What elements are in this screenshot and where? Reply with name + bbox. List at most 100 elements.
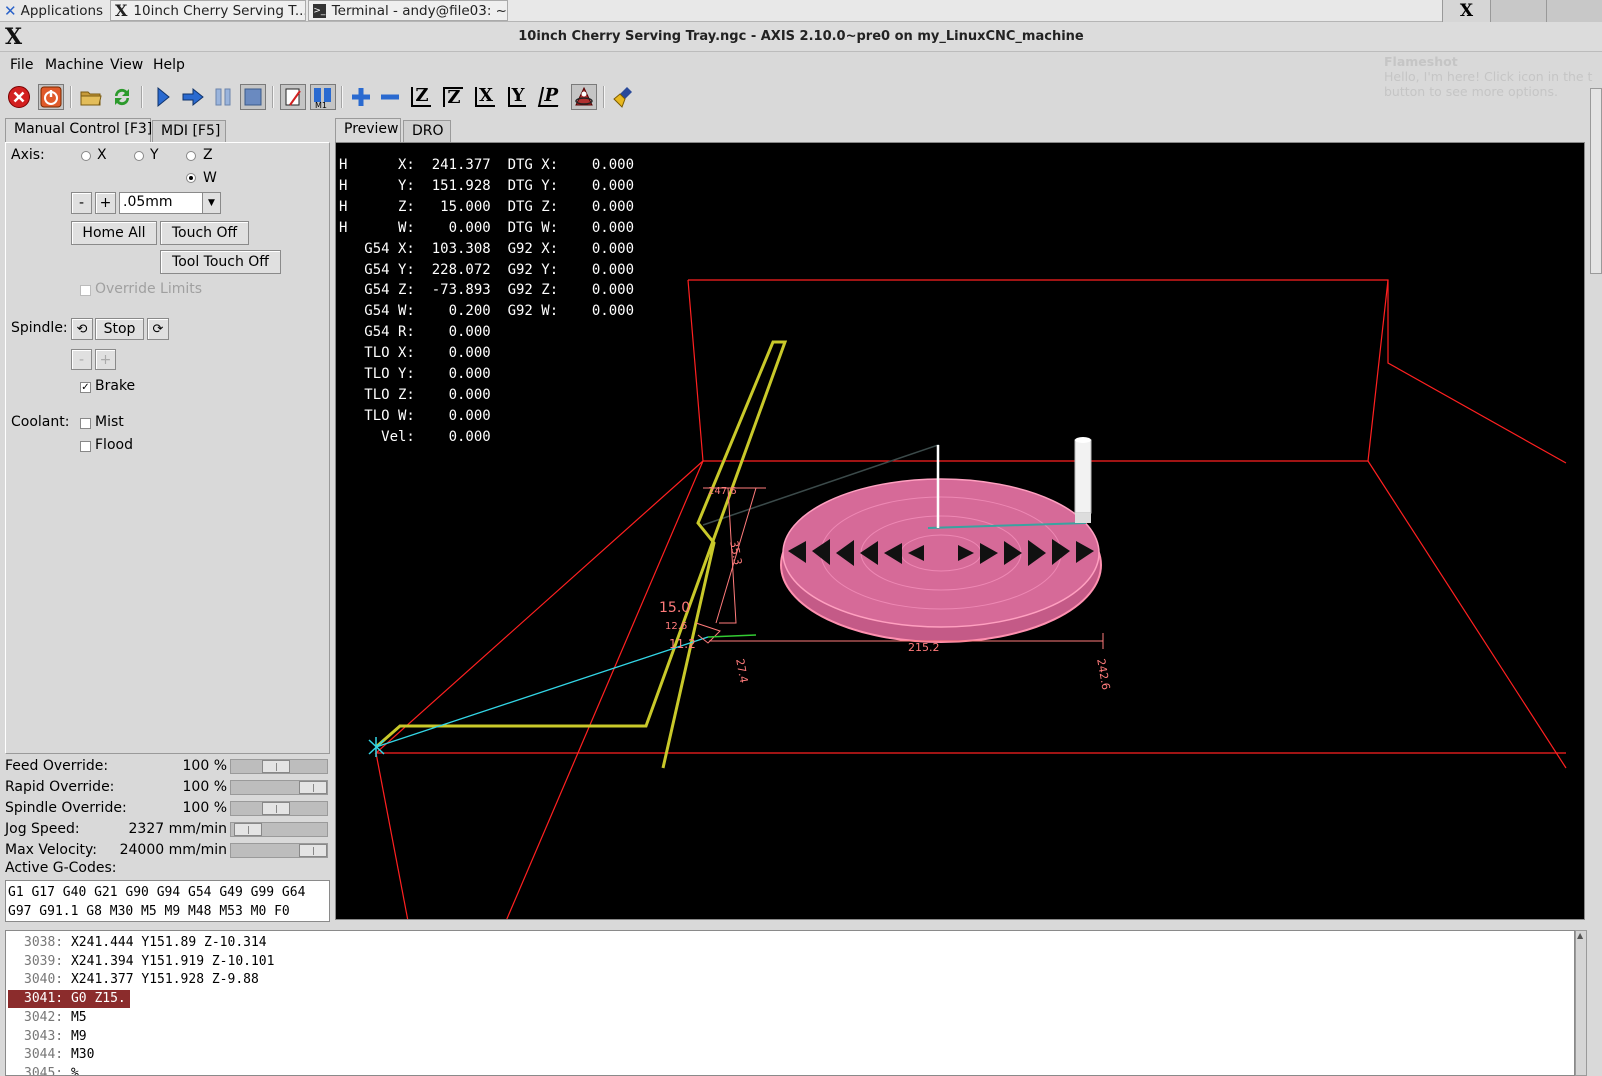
right-scrollbar[interactable] [1590, 88, 1602, 274]
tab-mdi[interactable]: MDI [F5] [152, 120, 226, 142]
spindle-stop-button[interactable]: Stop [95, 318, 144, 340]
coolant-label: Coolant: [11, 414, 70, 430]
code-line[interactable]: 3038: X241.444 Y151.89 Z-10.314 [8, 934, 271, 952]
zoom-out-icon[interactable] [377, 84, 403, 110]
machine-power-icon[interactable] [38, 84, 64, 110]
override-limits-checkbox[interactable] [80, 285, 91, 296]
tray-slot[interactable] [1490, 0, 1546, 22]
home-all-button[interactable]: Home All [71, 221, 157, 245]
spindle-faster-button[interactable]: + [95, 349, 116, 370]
dro-line: Vel: 0.000 [339, 428, 491, 445]
dro-line: G54 X: 103.308 G92 X: 0.000 [339, 240, 635, 257]
run-icon[interactable] [150, 84, 176, 110]
code-line[interactable]: 3043: M9 [8, 1028, 91, 1046]
optional-stop-icon[interactable]: M1 [310, 84, 336, 110]
view-y-icon[interactable]: Y [504, 84, 530, 110]
tool-touch-off-button[interactable]: Tool Touch Off [160, 250, 281, 274]
tray-axis-icon[interactable]: X [1442, 0, 1490, 22]
code-line-text: M9 [70, 1028, 87, 1044]
pause-icon[interactable] [210, 84, 236, 110]
code-line-number: 3038: [24, 935, 64, 950]
flood-checkbox[interactable] [80, 441, 91, 452]
block-delete-icon[interactable] [280, 84, 306, 110]
tab-preview[interactable]: Preview [335, 118, 401, 142]
tab-manual-control[interactable]: Manual Control [F3] [5, 118, 152, 142]
reload-icon[interactable] [109, 84, 135, 110]
stop-icon[interactable] [240, 84, 266, 110]
preview-canvas[interactable]: 215.2 242.6 27.4 35.3 15.0 11.2 247.6 12… [335, 142, 1585, 920]
jog-speed-value: 2327 mm/min [128, 821, 227, 837]
dimension-label: 247.6 [708, 486, 737, 497]
menu-file[interactable]: File [10, 57, 33, 73]
slider-thumb[interactable] [262, 802, 290, 815]
jog-speed-slider[interactable] [230, 822, 328, 837]
estop-icon[interactable] [6, 84, 32, 110]
tray-slot[interactable] [1546, 0, 1602, 22]
slider-thumb[interactable] [262, 760, 290, 773]
gcode-listing[interactable]: 3038: X241.444 Y151.89 Z-10.314 3039: X24… [5, 930, 1575, 1076]
jog-minus-button[interactable]: - [71, 192, 92, 214]
code-line-number: 3044: [24, 1047, 64, 1063]
scroll-up-icon[interactable]: ▲ [1577, 932, 1585, 940]
gcode-scrollbar[interactable]: ▲ [1575, 930, 1587, 1076]
code-line[interactable]: 3040: X241.377 Y151.928 Z-9.88 [8, 971, 263, 989]
axis-radio-y[interactable] [134, 151, 144, 161]
active-gcodes-box: G1 G17 G40 G21 G90 G94 G54 G49 G99 G64 G… [5, 880, 330, 922]
jog-increment-select[interactable]: .05mm ▼ [119, 192, 221, 214]
spindle-slower-button[interactable]: - [71, 349, 92, 370]
menu-machine[interactable]: Machine [45, 57, 104, 73]
svg-text:M1: M1 [315, 101, 327, 109]
step-icon[interactable] [180, 84, 206, 110]
tab-dro[interactable]: DRO [403, 120, 451, 142]
axis-radio-w[interactable] [186, 173, 196, 183]
toolbar-separator [341, 86, 343, 108]
slider-thumb[interactable] [299, 781, 327, 794]
spindle-override-slider[interactable] [230, 801, 328, 816]
spindle-forward-button[interactable]: ⟳ [147, 318, 169, 340]
rapid-override-label: Rapid Override: [5, 779, 115, 795]
code-line[interactable]: 3039: X241.394 Y151.919 Z-10.101 [8, 953, 278, 971]
rotate-view-icon[interactable] [571, 84, 597, 110]
brake-label: Brake [95, 378, 136, 394]
slider-thumb[interactable] [234, 823, 262, 836]
mist-checkbox[interactable] [80, 418, 91, 429]
view-p-label: P [538, 85, 562, 107]
view-x-icon[interactable]: X [472, 84, 498, 110]
applications-menu[interactable]: ✕ Applications [0, 0, 110, 21]
code-line[interactable]: 3042: M5 [8, 1009, 91, 1027]
spindle-reverse-button[interactable]: ⟲ [71, 318, 93, 340]
view-z-icon[interactable]: Z [408, 84, 434, 110]
axis-radio-z[interactable] [186, 151, 196, 161]
code-line-current[interactable]: 3041: G0 Z15. [8, 990, 130, 1009]
touch-off-button[interactable]: Touch Off [160, 221, 249, 245]
clear-plot-icon[interactable] [612, 84, 638, 110]
open-file-icon[interactable] [78, 84, 104, 110]
taskbar-task-label: 10inch Cherry Serving T... [133, 2, 306, 19]
brake-checkbox[interactable]: ✓ [80, 382, 91, 393]
code-line-spacer [63, 1029, 71, 1044]
taskbar-task-terminal[interactable]: >_ Terminal - andy@file03: ~ [308, 0, 508, 21]
tray-toolpath [780, 445, 1102, 643]
active-gcodes-label: Active G-Codes: [5, 860, 117, 876]
max-velocity-value: 24000 mm/min [119, 842, 227, 858]
view-z2-icon[interactable]: Z [440, 84, 466, 110]
code-line[interactable]: 3044: M30 [8, 1046, 98, 1064]
jog-plus-button[interactable]: + [95, 192, 116, 214]
chevron-down-icon[interactable]: ▼ [202, 193, 220, 213]
view-y-label: Y [507, 87, 527, 107]
max-velocity-slider[interactable] [230, 843, 328, 858]
zoom-in-icon[interactable] [348, 84, 374, 110]
dro-line: G54 Z: -73.893 G92 Z: 0.000 [339, 282, 635, 299]
menu-view[interactable]: View [110, 57, 143, 73]
dimension-label: 215.2 [908, 641, 940, 654]
taskbar-task-axis[interactable]: X 10inch Cherry Serving T... [110, 0, 306, 21]
rapid-override-slider[interactable] [230, 780, 328, 795]
feed-override-slider[interactable] [230, 759, 328, 774]
code-line-number: 3040: [24, 972, 64, 988]
view-p-icon[interactable]: P [537, 84, 563, 110]
axis-radio-x[interactable] [81, 151, 91, 161]
slider-thumb[interactable] [299, 844, 327, 857]
jog-increment-value: .05mm [123, 194, 173, 210]
code-line[interactable]: 3045: % [8, 1065, 83, 1075]
menu-help[interactable]: Help [153, 57, 185, 73]
